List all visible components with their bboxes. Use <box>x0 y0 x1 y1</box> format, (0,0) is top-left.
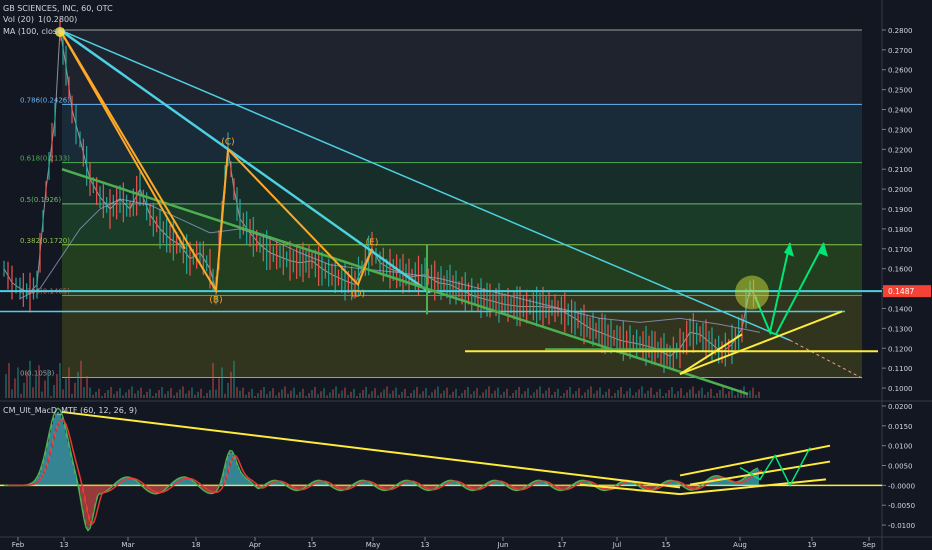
price-axis-label: 0.2100 <box>888 166 913 174</box>
time-axis-label: Jun <box>497 541 509 549</box>
fib-zone <box>62 203 862 245</box>
price-axis-label: 0.1900 <box>888 206 913 214</box>
highlight-circle <box>735 275 769 310</box>
price-axis-label: 0.1100 <box>888 365 913 373</box>
wave-label: (B) <box>209 296 222 306</box>
price-axis-label: 0.2300 <box>888 126 913 134</box>
chart-canvas[interactable]: 0.786(0.2426) 0.618(0.2133) 0.5(0.1926) 0.3… <box>0 0 932 550</box>
macd-channel-top <box>679 444 831 477</box>
time-axis-label: 18 <box>192 541 201 549</box>
time-axis-label: Mar <box>121 541 134 549</box>
fib-zone <box>62 104 862 163</box>
price-axis-label: 0.2500 <box>888 87 913 95</box>
price-axis-label: 0.1600 <box>888 266 913 274</box>
macd-axis-label: -0.0000 <box>888 482 915 490</box>
macd-label: CM_Ult_MacD_MTF (60, 12, 26, 9) <box>3 406 138 415</box>
wave-label: (D) <box>351 290 365 300</box>
fib-zone <box>62 29 862 105</box>
price-axis-label: 0.2400 <box>888 107 913 115</box>
wave-label: (C) <box>221 137 234 147</box>
fib-level-label: 0.382(0.1720) <box>20 237 70 245</box>
price-axis-label: 0.1000 <box>888 385 913 393</box>
fib-level-label: 0.618(0.2133) <box>20 155 70 163</box>
symbol-title: GB SCIENCES, INC, 60, OTC <box>3 4 113 13</box>
price-axis-label: 0.1700 <box>888 246 913 254</box>
time-axis-label: 15 <box>662 541 671 549</box>
macd-axis-label: -0.0100 <box>888 522 915 530</box>
macd-yellow-downtrend <box>61 410 681 489</box>
vol-value: 1(0.2800) <box>37 15 78 24</box>
time-axis-label: 17 <box>558 541 567 549</box>
price-axis-label: 0.2600 <box>888 67 913 75</box>
fib-zone <box>62 162 862 204</box>
price-axis-label: 0.1800 <box>888 226 913 234</box>
price-axis-label: 0.2000 <box>888 186 913 194</box>
time-axis-label: 19 <box>808 541 817 549</box>
macd-line <box>3 407 759 532</box>
price-axis-label: 0.2200 <box>888 146 913 154</box>
fib-level-label: 0.5(0.1926) <box>20 196 61 204</box>
macd-axis-label: 0.0050 <box>888 463 913 471</box>
fib-level-label: 0.786(0.2426) <box>20 96 70 104</box>
vol-label: Vol (20) <box>3 15 34 24</box>
price-axis-label: 0.2800 <box>888 27 913 35</box>
price-axis-label: 0.2700 <box>888 47 913 55</box>
time-axis-label: 15 <box>308 541 317 549</box>
time-axis-label: Aug <box>733 541 747 549</box>
price-axis-label: 0.1300 <box>888 325 913 333</box>
macd-axis-label: -0.0050 <box>888 502 915 510</box>
price-axis-label: 0.1200 <box>888 345 913 353</box>
time-axis-label: Apr <box>249 541 261 549</box>
time-axis-label: 13 <box>421 541 430 549</box>
macd-axis-label: 0.0100 <box>888 443 913 451</box>
time-axis-label: May <box>366 541 380 549</box>
macd-indicator-label: CM_Ult_MacD_MTF (60, 12, 26, 9) <box>3 406 141 415</box>
ma-indicator-label: MA (100, close) <box>3 27 69 36</box>
macd-axis-label: 0.0150 <box>888 423 913 431</box>
current-price-label: 0.1487 <box>888 287 914 296</box>
vol-indicator-label: Vol (20) 1(0.2800) <box>3 15 81 24</box>
time-axis-label: Feb <box>12 541 25 549</box>
wave-label: (E) <box>366 238 379 248</box>
price-axis-label: 0.1400 <box>888 305 913 313</box>
macd-axis-label: 0.0200 <box>888 403 913 411</box>
chart-header-symbol: GB SCIENCES, INC, 60, OTC <box>3 4 117 13</box>
ma-label: MA (100, close) <box>3 27 66 36</box>
time-axis-label: Jul <box>612 541 622 549</box>
time-axis-label: Sep <box>862 541 876 549</box>
time-axis-label: 13 <box>60 541 69 549</box>
macd-signal-line <box>7 418 763 526</box>
fib-level-label: 0(0.1053) <box>20 370 55 378</box>
